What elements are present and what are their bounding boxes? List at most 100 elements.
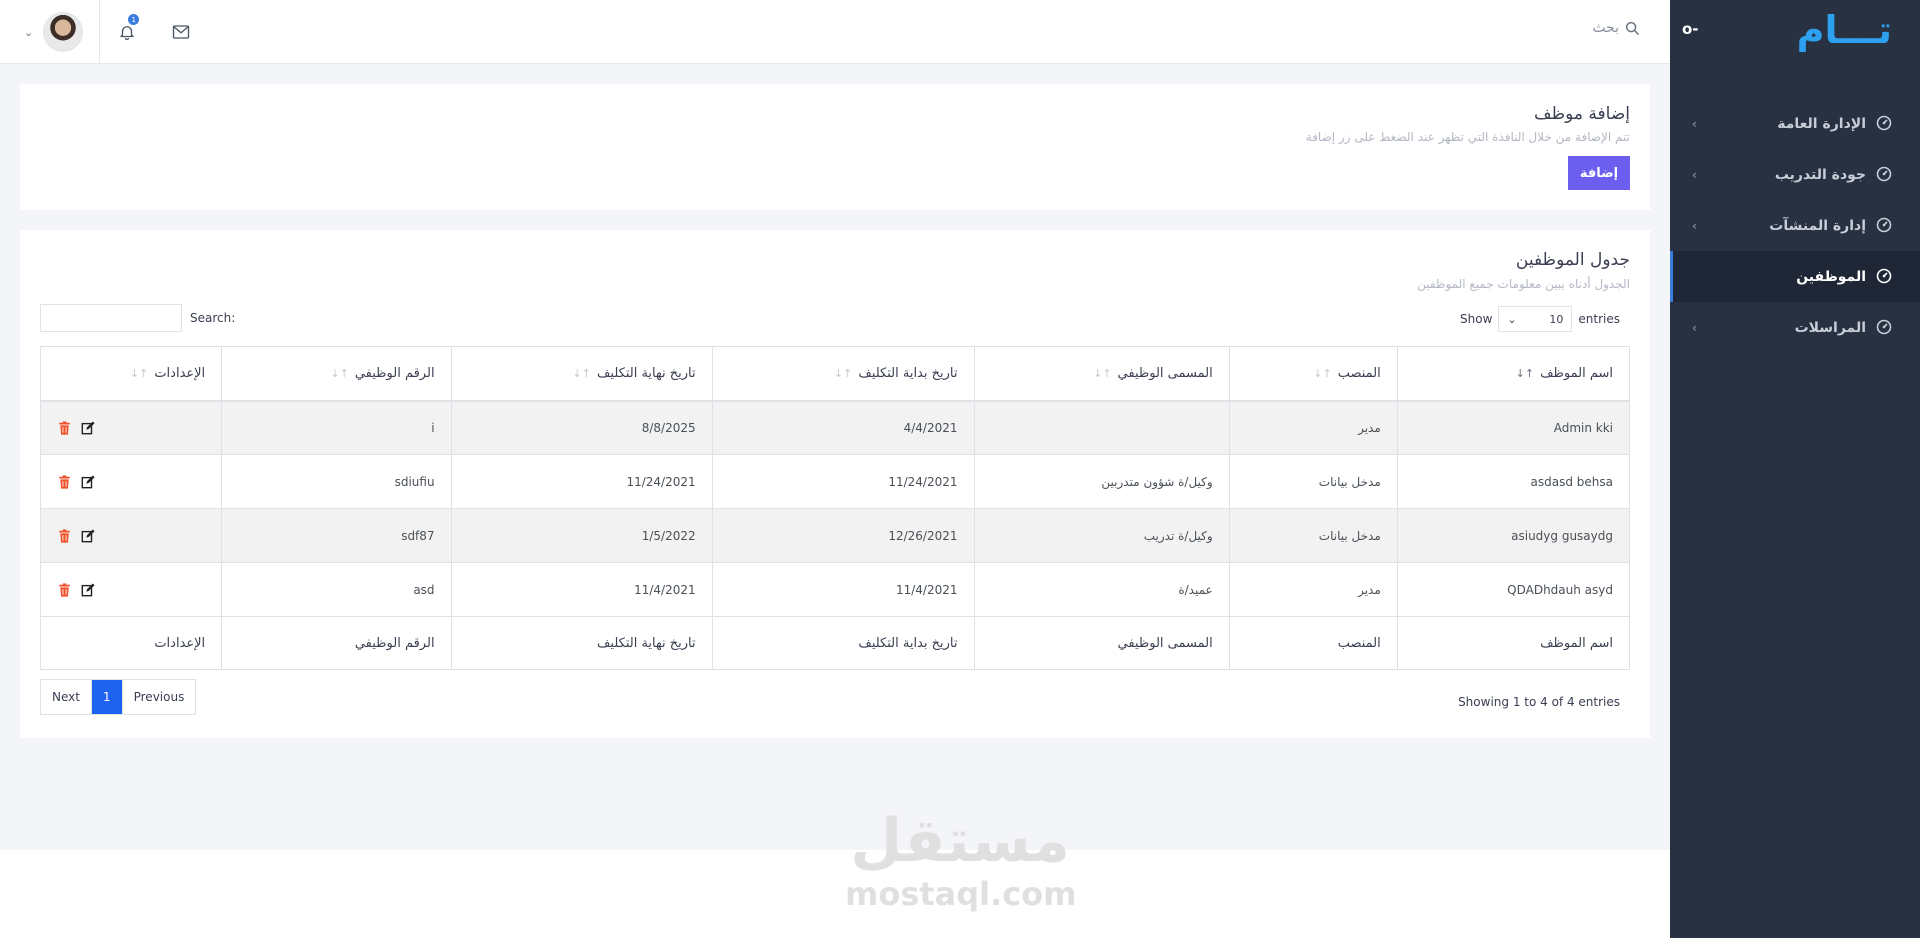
table-cell: 4/4/2021 bbox=[711, 400, 975, 455]
table-search-input[interactable] bbox=[40, 304, 182, 332]
table-cell: QDADhdauh asyd bbox=[1396, 562, 1631, 617]
sidebar-item-training-quality[interactable]: جودة التدريب ‹ bbox=[1670, 149, 1920, 200]
search-label[interactable]: بحث bbox=[1592, 20, 1619, 36]
sidebar-item-correspondence[interactable]: المراسلات ‹ bbox=[1670, 302, 1920, 353]
table-cell: مدير bbox=[1228, 562, 1398, 617]
row-actions bbox=[39, 562, 223, 617]
table-cell: asd bbox=[221, 562, 452, 617]
add-card-title: إضافة موظف bbox=[1534, 104, 1630, 124]
table-row: Admin kki مدير 4/4/2021 8/8/2025 i bbox=[39, 400, 1631, 455]
notifications-button[interactable]: 1 bbox=[100, 0, 154, 64]
table-cell: sdiufiu bbox=[221, 454, 452, 509]
footer-area bbox=[0, 850, 1670, 938]
mail-icon bbox=[173, 25, 190, 39]
table-cell: وكيل/ة تدريب bbox=[973, 508, 1230, 563]
chevron-left-icon: ‹ bbox=[1692, 116, 1697, 131]
dashboard-icon bbox=[1876, 268, 1894, 286]
dashboard-icon bbox=[1876, 166, 1894, 184]
table-cell bbox=[973, 400, 1230, 455]
top-bar: بحث ⌄ 1 bbox=[0, 0, 1670, 64]
column-header[interactable]: تاريخ نهاية التكليف↑↓ bbox=[450, 346, 713, 402]
dashboard-icon bbox=[1876, 217, 1894, 235]
messages-button[interactable] bbox=[154, 0, 208, 64]
next-page-button[interactable]: Next bbox=[41, 680, 92, 714]
table-cell: مدخل بيانات bbox=[1228, 454, 1398, 509]
avatar[interactable] bbox=[43, 12, 84, 52]
add-employee-card: إضافة موظف تتم الإضافة من خلال النافذة ا… bbox=[20, 84, 1650, 210]
page-length-value: 10 bbox=[1549, 312, 1564, 326]
watermark-latin: mostaql.com bbox=[845, 875, 1077, 913]
table-cell: Admin kki bbox=[1396, 400, 1631, 455]
column-header[interactable]: الرقم الوظيفي↑↓ bbox=[221, 346, 452, 402]
page-length-select[interactable]: ⌄ 10 bbox=[1498, 306, 1573, 332]
delete-icon[interactable] bbox=[57, 421, 71, 435]
sidebar-item-label: المراسلات bbox=[1794, 319, 1866, 336]
sidebar-item-facilities[interactable]: إدارة المنشآت ‹ bbox=[1670, 200, 1920, 251]
chevron-left-icon: ‹ bbox=[1692, 218, 1697, 233]
footer-cell: تاريخ نهاية التكليف bbox=[450, 616, 713, 670]
entries-label: entries bbox=[1578, 312, 1620, 326]
footer-cell: تاريخ بداية التكليف bbox=[711, 616, 975, 670]
column-header[interactable]: المسمى الوظيفي↑↓ bbox=[973, 346, 1230, 402]
delete-icon[interactable] bbox=[57, 528, 71, 543]
edit-icon[interactable] bbox=[81, 474, 95, 489]
table-info: Showing 1 to 4 of 4 entries bbox=[1458, 695, 1620, 709]
table-cell: 1/5/2022 bbox=[450, 508, 713, 563]
table-header-row: اسم الموظف↑↓ المنصب↑↓ المسمى الوظيفي↑↓ ت… bbox=[39, 346, 1631, 402]
sidebar: تـــام o- الإدارة العامة ‹ جودة التدريب ‹ إد… bbox=[1670, 0, 1920, 938]
page-length-control: Show ⌄ 10 entries bbox=[1460, 306, 1620, 332]
table-row: asiudyg gusaydg مدخل بيانات وكيل/ة تدريب 12… bbox=[39, 508, 1631, 563]
column-header[interactable]: اسم الموظف↑↓ bbox=[1396, 346, 1631, 402]
chevron-left-icon: ‹ bbox=[1692, 320, 1697, 335]
table-cell: مدير bbox=[1228, 400, 1398, 455]
table-cell: 8/8/2025 bbox=[450, 400, 713, 455]
column-header[interactable]: الإعدادات↑↓ bbox=[39, 346, 223, 402]
table-cell: مدخل بيانات bbox=[1228, 508, 1398, 563]
menu-toggle-icon[interactable]: o- bbox=[1682, 20, 1699, 38]
add-card-subtitle: تتم الإضافة من خلال النافذة التي تظهر عن… bbox=[1305, 130, 1630, 144]
edit-icon[interactable] bbox=[81, 421, 95, 435]
row-actions bbox=[39, 508, 223, 563]
table-search-label: Search: bbox=[190, 311, 236, 325]
previous-page-button[interactable]: Previous bbox=[123, 680, 196, 714]
footer-cell: الإعدادات bbox=[39, 616, 223, 670]
row-actions bbox=[39, 400, 223, 455]
delete-icon[interactable] bbox=[57, 582, 71, 597]
sidebar-item-label: الموظفين bbox=[1796, 268, 1866, 285]
table-cell: عميد/ة bbox=[973, 562, 1230, 617]
edit-icon[interactable] bbox=[81, 528, 95, 543]
footer-cell: الرقم الوظيفي bbox=[221, 616, 452, 670]
sidebar-item-label: جودة التدريب bbox=[1774, 166, 1866, 183]
edit-icon[interactable] bbox=[81, 582, 95, 597]
sidebar-item-general-admin[interactable]: الإدارة العامة ‹ bbox=[1670, 98, 1920, 149]
add-employee-button[interactable]: إضافة bbox=[1568, 156, 1630, 190]
table-row: QDADhdauh asyd مدير عميد/ة 11/4/2021 11/4/20… bbox=[39, 562, 1631, 617]
table-cell: asiudyg gusaydg bbox=[1396, 508, 1631, 563]
table-cell: i bbox=[221, 400, 452, 455]
chevron-down-icon[interactable]: ⌄ bbox=[24, 26, 33, 39]
dashboard-icon bbox=[1876, 319, 1894, 337]
bell-icon bbox=[120, 26, 134, 41]
table-cell: 11/4/2021 bbox=[711, 562, 975, 617]
logo[interactable]: تـــام bbox=[1797, 8, 1892, 52]
chevron-left-icon: ‹ bbox=[1692, 167, 1697, 182]
employees-table-card: جدول الموظفين الجدول أدناه يبين معلومات … bbox=[20, 230, 1650, 738]
watermark: مستقل mostaql.com bbox=[845, 806, 1077, 913]
table-row: asdasd behsa مدخل بيانات وكيل/ة شؤون متدرب… bbox=[39, 454, 1631, 509]
dashboard-icon bbox=[1876, 115, 1894, 133]
row-actions bbox=[39, 454, 223, 509]
sidebar-item-employees[interactable]: الموظفين‹ bbox=[1670, 251, 1920, 302]
column-header[interactable]: تاريخ بداية التكليف↑↓ bbox=[711, 346, 975, 402]
table-cell: 12/26/2021 bbox=[711, 508, 975, 563]
table-cell: وكيل/ة شؤون متدربين bbox=[973, 454, 1230, 509]
delete-icon[interactable] bbox=[57, 474, 71, 489]
user-menu[interactable]: ⌄ bbox=[0, 0, 101, 64]
table-cell: asdasd behsa bbox=[1396, 454, 1631, 509]
table-cell: 11/4/2021 bbox=[450, 562, 713, 617]
employees-table: اسم الموظف↑↓ المنصب↑↓ المسمى الوظيفي↑↓ ت… bbox=[39, 346, 1631, 670]
search-box[interactable]: بحث bbox=[1592, 20, 1640, 36]
page-1-button[interactable]: 1 bbox=[91, 680, 123, 714]
table-cell: 11/24/2021 bbox=[711, 454, 975, 509]
column-header[interactable]: المنصب↑↓ bbox=[1228, 346, 1398, 402]
table-cell: 11/24/2021 bbox=[450, 454, 713, 509]
